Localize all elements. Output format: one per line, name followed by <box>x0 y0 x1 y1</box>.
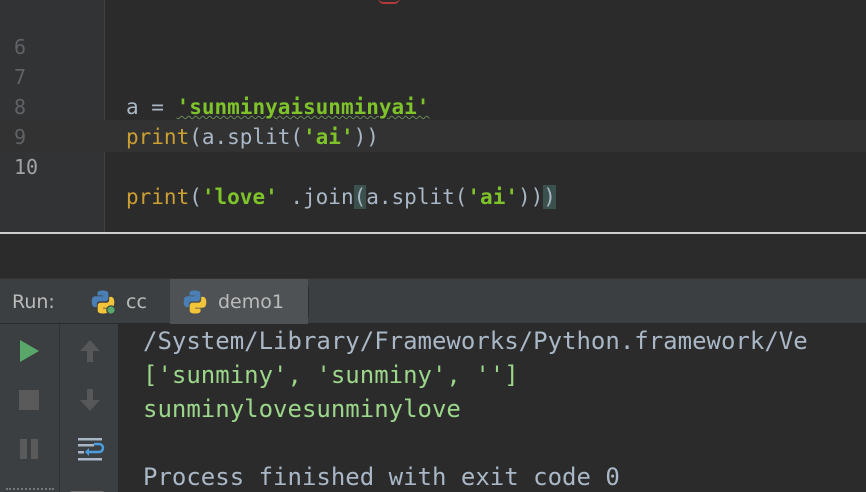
rerun-button[interactable] <box>12 336 46 370</box>
soft-wrap-icon <box>75 434 105 468</box>
code-line[interactable]: 9 <box>0 92 866 149</box>
resize-handle[interactable] <box>6 486 54 490</box>
code-line[interactable]: 8 print(a.split('ai')) <box>0 62 866 149</box>
run-toolbar <box>0 324 118 492</box>
code-editor[interactable]: 6 7 a = 'sunminyaisunminyai' 8 print(a.s… <box>0 0 866 232</box>
console-line-output: sunminylovesunminylove <box>143 395 461 423</box>
run-title: Run: <box>12 291 55 313</box>
code-line[interactable]: 6 <box>0 2 866 59</box>
pause-button[interactable] <box>12 434 46 468</box>
print-button[interactable] <box>67 480 107 492</box>
python-icon <box>182 289 208 315</box>
print-icon <box>67 488 107 492</box>
tab-separator <box>308 287 309 317</box>
editor-bottom-space <box>0 234 866 278</box>
stop-icon <box>17 388 41 416</box>
code-text: print('love' .join(a.split('ai'))) <box>126 185 556 209</box>
tab-demo1[interactable]: demo1 <box>170 279 308 325</box>
soft-wrap-button[interactable] <box>73 434 107 468</box>
python-icon <box>90 289 116 315</box>
run-tool-window-body: /System/Library/Frameworks/Python.framew… <box>0 324 866 492</box>
tab-label: cc <box>126 291 147 313</box>
play-icon <box>17 338 41 368</box>
run-tool-window-header: Run: cc demo1 <box>0 278 866 325</box>
tab-cc[interactable]: cc <box>78 279 170 325</box>
down-arrow-icon <box>78 387 102 417</box>
console-output[interactable]: /System/Library/Frameworks/Python.framew… <box>118 324 866 492</box>
console-line-output: ['sunminy', 'sunminy', ''] <box>143 361 519 389</box>
scroll-up-button[interactable] <box>73 336 107 370</box>
tab-label: demo1 <box>218 291 284 313</box>
console-line-command: /System/Library/Frameworks/Python.framew… <box>143 327 808 355</box>
code-line-current[interactable]: 10 print('love' .join(a.split('ai'))) <box>0 122 866 209</box>
code-line[interactable]: 7 a = 'sunminyaisunminyai' <box>0 32 866 119</box>
stop-button[interactable] <box>12 385 46 419</box>
up-arrow-icon <box>78 338 102 368</box>
console-line-exit-status: Process finished with exit code 0 <box>143 463 620 491</box>
pause-icon <box>17 437 41 465</box>
line-number: 10 <box>14 155 39 179</box>
scroll-down-button[interactable] <box>73 385 107 419</box>
toolbar-separator <box>59 324 60 492</box>
